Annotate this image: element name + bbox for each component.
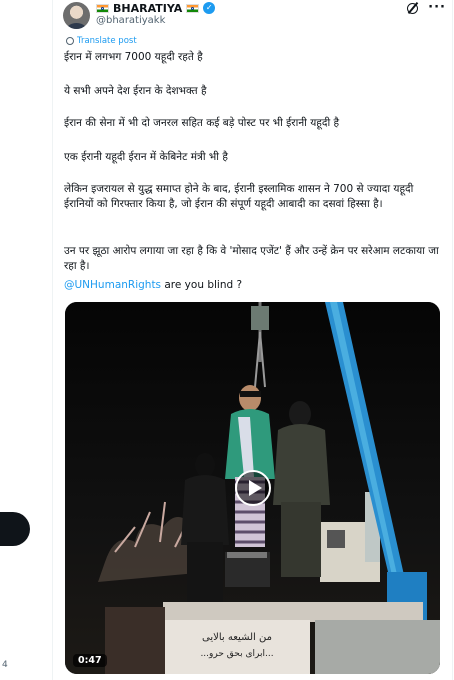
translate-label[interactable]: Translate post	[77, 36, 137, 46]
post-line: ये सभी अपने देश ईरान के देशभक्त है	[64, 85, 207, 97]
post-line: उन पर झूठा आरोप लगाया जा रहा है कि वे 'म…	[64, 245, 439, 272]
more-icon[interactable]: ···	[428, 0, 446, 15]
left-sidebar: 4	[0, 0, 53, 680]
mention-link[interactable]: @UNHumanRights	[64, 279, 161, 291]
globe-icon	[66, 37, 74, 45]
flag-india-icon	[186, 3, 200, 13]
post-line: ईरान की सेना में भी दो जनरल सहित कई बड़े…	[64, 117, 340, 129]
header-actions: ···	[407, 0, 446, 15]
video-duration: 0:47	[73, 654, 107, 667]
post-line: एक ईरानी यहूदी ईरान में केबिनेट मंत्री भ…	[64, 151, 228, 163]
avatar[interactable]	[63, 2, 90, 29]
author-name[interactable]: BHARATIYA	[113, 2, 182, 15]
left-counter: 4	[2, 660, 8, 670]
post-line: लेकिन इजरायल से युद्ध समाप्त होने के बाद…	[64, 183, 414, 210]
truck-banner-line1: من الشیعه بالایی	[202, 632, 272, 643]
play-icon[interactable]	[235, 470, 271, 506]
tweet-container[interactable]: BHARATIYA ✓ @bharatiyakk ··· Translate p…	[52, 0, 453, 680]
truck-banner-line2: ...ابرای بحق حرو...	[200, 649, 273, 659]
translate-post-link[interactable]: Translate post	[66, 36, 137, 46]
author-row: BHARATIYA ✓	[96, 1, 216, 15]
author-handle[interactable]: @bharatiyakk	[96, 15, 165, 26]
verified-icon: ✓	[203, 2, 216, 14]
grok-icon[interactable]	[407, 3, 419, 14]
video-player[interactable]: من الشیعه بالایی ...ابرای بحق حرو... 0:4…	[65, 302, 440, 674]
post-line-mention: @UNHumanRights are you blind ?	[64, 278, 242, 293]
post-button-partial[interactable]	[0, 512, 30, 546]
mention-suffix: are you blind ?	[161, 279, 243, 291]
flag-india-icon	[96, 3, 109, 13]
post-line: ईरान में लगभग 7000 यहूदी रहते है	[64, 51, 203, 63]
